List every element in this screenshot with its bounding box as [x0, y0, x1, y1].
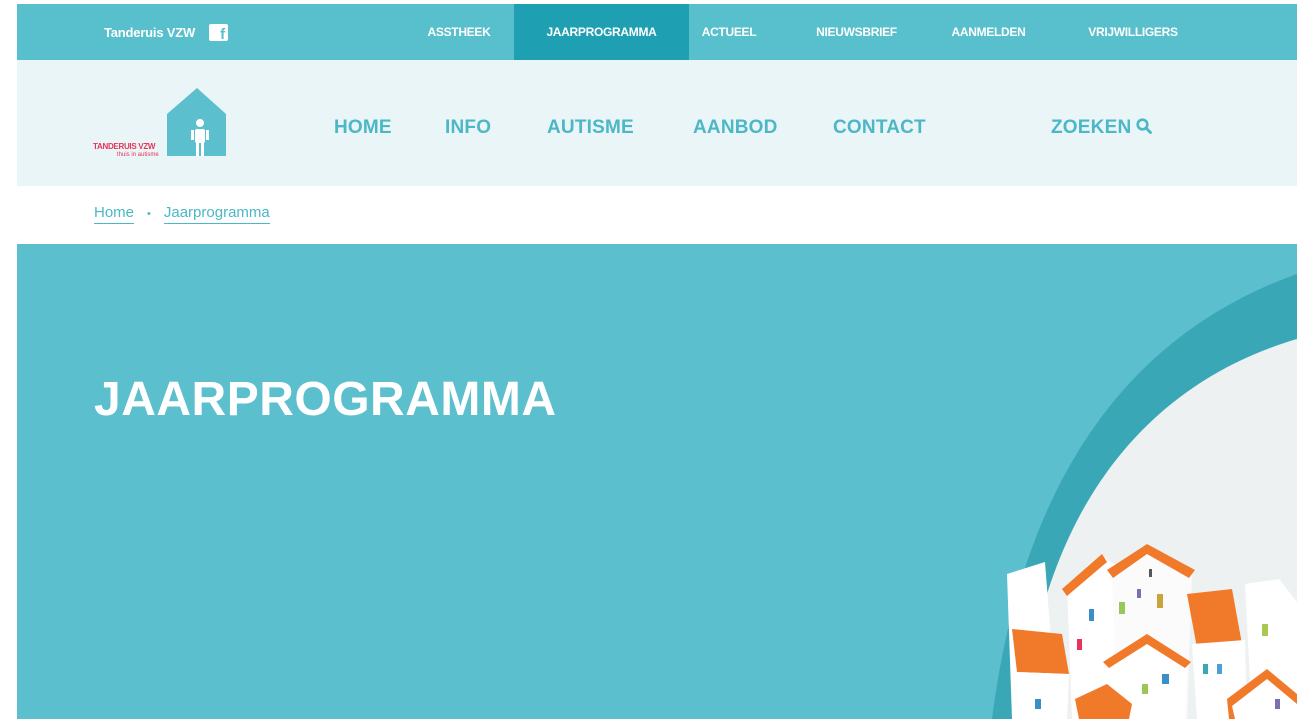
hero-banner: JAARPROGRAMMA — [17, 244, 1297, 719]
logo[interactable]: TANDERUIS VZW thuis in autisme — [89, 86, 229, 162]
top-nav-item-asstheek[interactable]: ASSTHEEK — [411, 4, 507, 60]
houses-illustration — [992, 274, 1297, 719]
page-title: JAARPROGRAMMA — [94, 373, 557, 426]
logo-tagline: thuis in autisme — [117, 152, 159, 158]
top-nav-item-jaarprogramma[interactable]: JAARPROGRAMMA — [514, 4, 689, 60]
breadcrumb-current[interactable]: Jaarprogramma — [163, 204, 270, 224]
nav-home[interactable]: HOME — [334, 117, 392, 139]
breadcrumb-home[interactable]: Home — [94, 204, 135, 224]
top-nav-item-aanmelden[interactable]: AANMELDEN — [936, 4, 1041, 60]
nav-aanbod[interactable]: AANBOD — [693, 117, 778, 139]
page: Tanderuis VZW f ASSTHEEK JAARPROGRAMMA A… — [0, 0, 1297, 719]
top-nav-item-vrijwilligers[interactable]: VRIJWILLIGERS — [1065, 4, 1201, 60]
nav-search[interactable]: ZOEKEN — [1051, 117, 1153, 139]
left-gutter — [0, 0, 17, 719]
top-bar: Tanderuis VZW f ASSTHEEK JAARPROGRAMMA A… — [17, 4, 1297, 60]
search-label: ZOEKEN — [1051, 117, 1132, 138]
breadcrumb: Home • Jaarprogramma — [94, 204, 270, 224]
nav-info[interactable]: INFO — [445, 117, 491, 139]
top-nav-item-nieuwsbrief[interactable]: NIEUWSBRIEF — [795, 4, 918, 60]
top-nav: ASSTHEEK JAARPROGRAMMA ACTUEEL NIEUWSBRI… — [17, 4, 1297, 60]
nav-contact[interactable]: CONTACT — [833, 117, 926, 139]
search-icon — [1136, 118, 1153, 134]
nav-autisme[interactable]: AUTISME — [547, 117, 634, 139]
top-nav-item-actueel[interactable]: ACTUEEL — [693, 4, 765, 60]
breadcrumb-separator: • — [147, 208, 151, 220]
logo-name: TANDERUIS VZW — [93, 142, 156, 151]
main-header: TANDERUIS VZW thuis in autisme HOME INFO… — [17, 60, 1297, 186]
